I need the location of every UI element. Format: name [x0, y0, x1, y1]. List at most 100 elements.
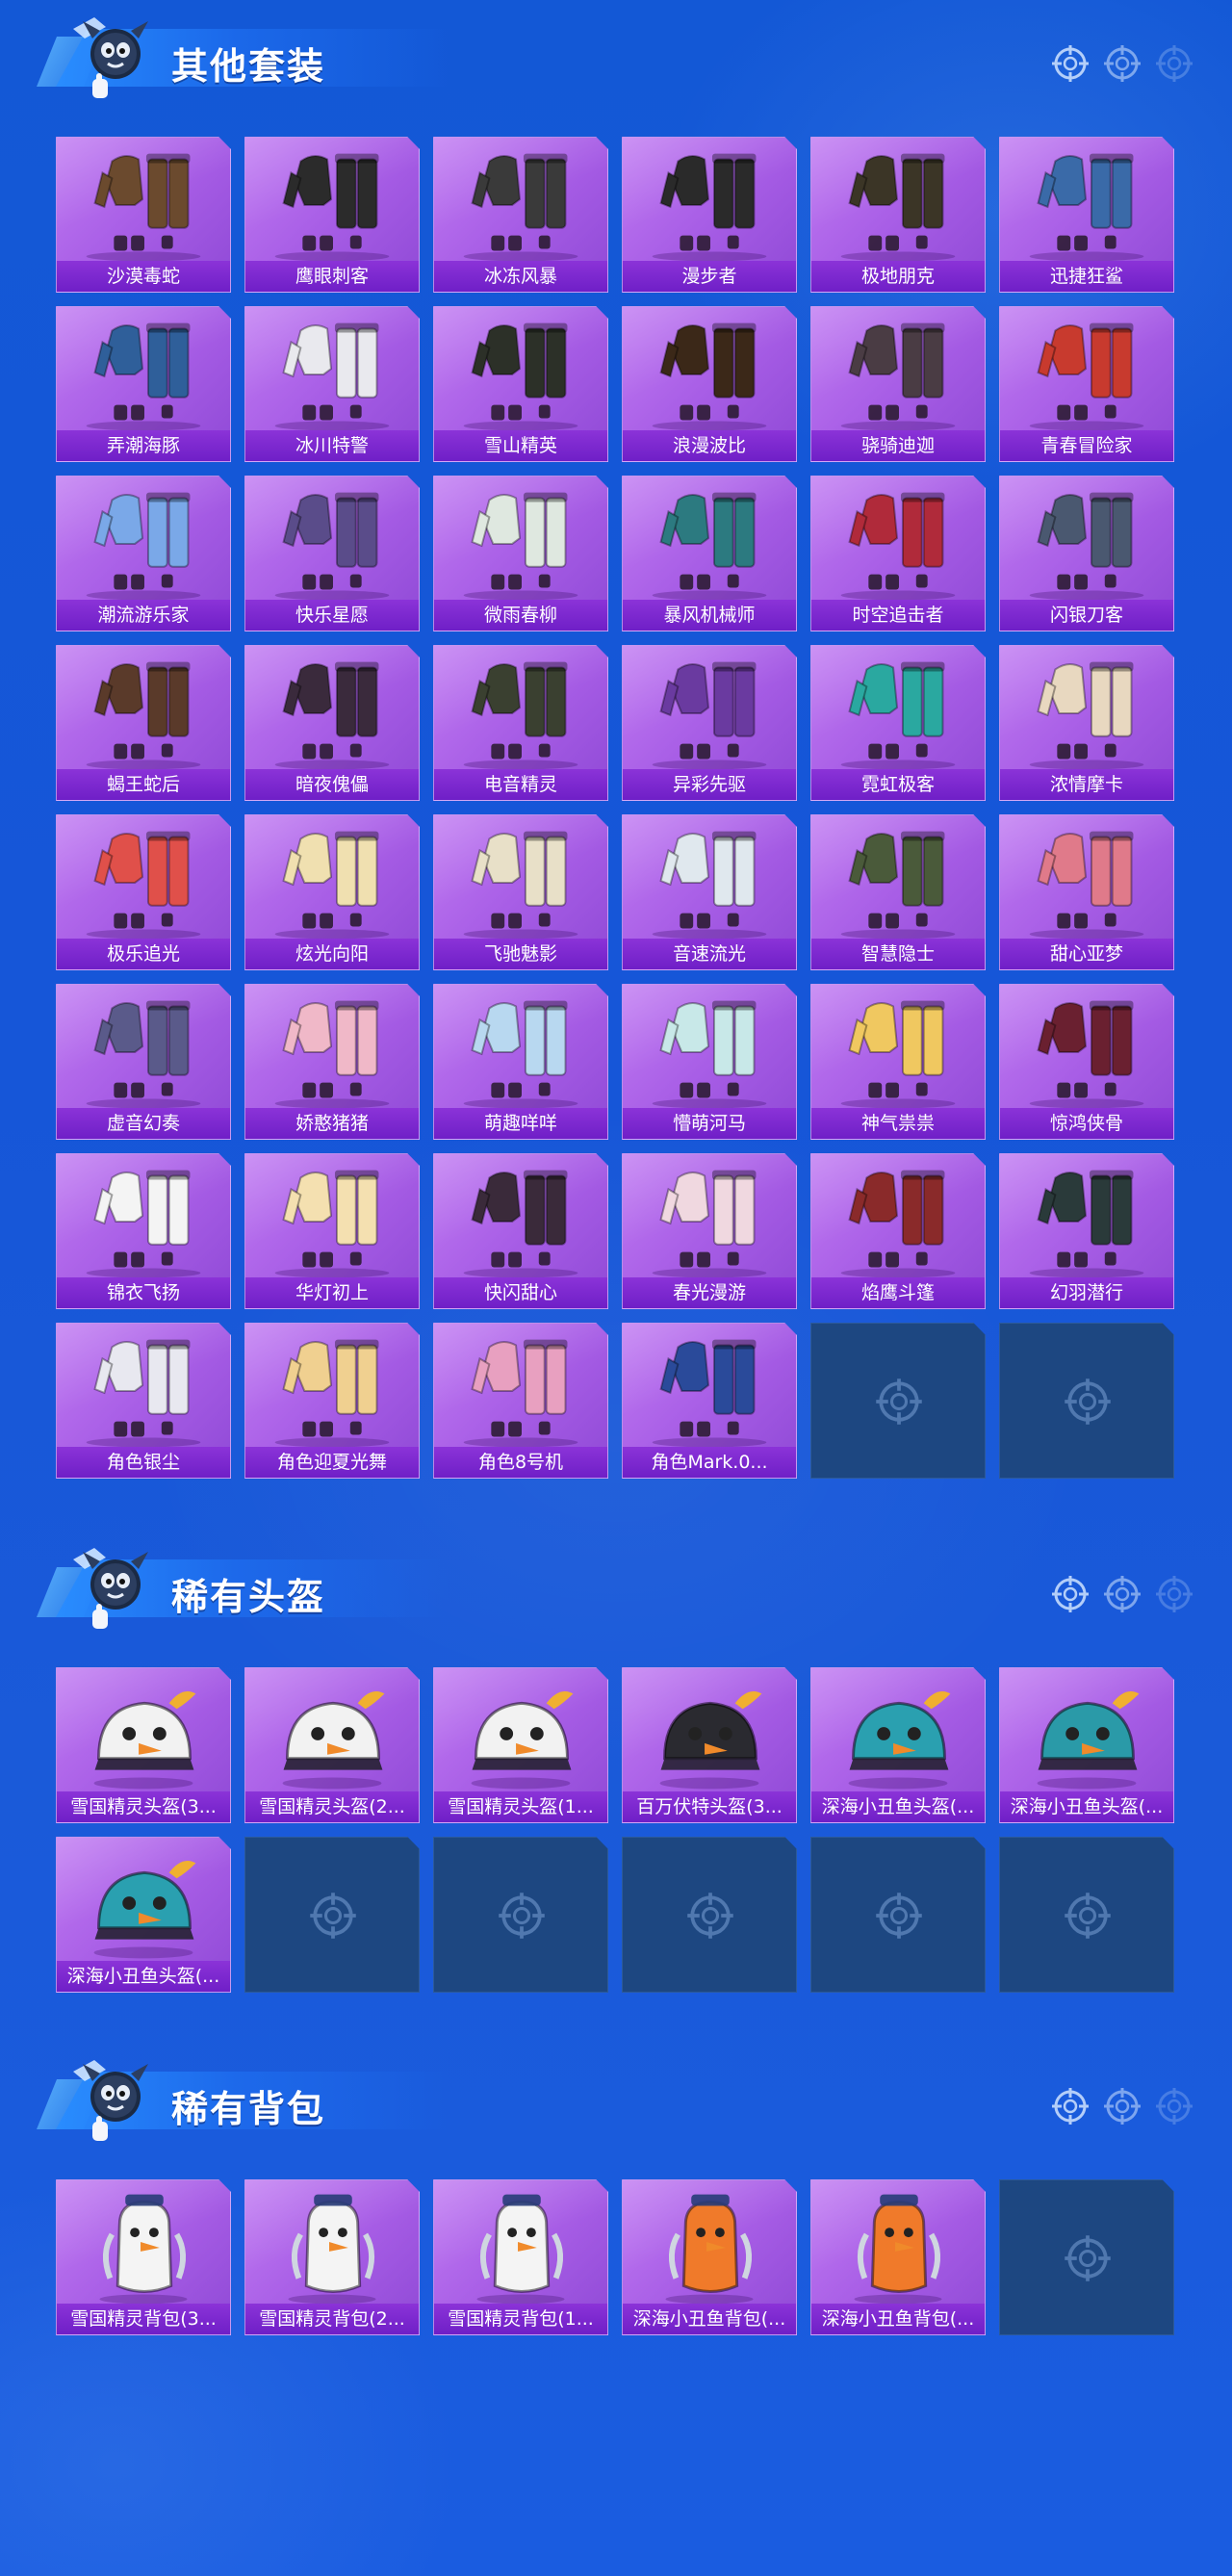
- outfit-card[interactable]: 焰鹰斗篷: [810, 1153, 986, 1309]
- outfit-card[interactable]: 角色Mark.0...: [622, 1323, 797, 1479]
- outfit-card[interactable]: 冰冻风暴: [433, 137, 608, 293]
- outfit-card[interactable]: 弄潮海豚: [56, 306, 231, 462]
- outfit-name: 暗夜傀儡: [245, 769, 419, 800]
- outfit-card[interactable]: 幻羽潜行: [999, 1153, 1174, 1309]
- outfit-name: 极乐追光: [57, 939, 230, 969]
- crosshair-icon: [1155, 1575, 1194, 1618]
- helmet-card[interactable]: 深海小丑鱼头盔(...: [999, 1667, 1174, 1823]
- empty-slot: [999, 1837, 1174, 1993]
- outfit-card[interactable]: 懵萌河马: [622, 984, 797, 1140]
- backpack-card[interactable]: 雪国精灵背包(1...: [433, 2179, 608, 2335]
- header-decoration: [1051, 1575, 1194, 1618]
- outfit-card[interactable]: 智慧隐士: [810, 814, 986, 970]
- outfit-name: 霓虹极客: [811, 769, 985, 800]
- helmet-card[interactable]: 深海小丑鱼头盔(...: [810, 1667, 986, 1823]
- section-title: 其他套装: [171, 45, 326, 88]
- outfit-card[interactable]: 电音精灵: [433, 645, 608, 801]
- outfit-name: 极地朋克: [811, 261, 985, 292]
- mascot-icon: [56, 0, 162, 106]
- helmet-card[interactable]: 雪国精灵头盔(2...: [244, 1667, 420, 1823]
- outfit-name: 冰川特警: [245, 430, 419, 461]
- outfit-card[interactable]: 极地朋克: [810, 137, 986, 293]
- outfit-card[interactable]: 潮流游乐家: [56, 476, 231, 631]
- empty-slot: [999, 2179, 1174, 2335]
- outfit-card[interactable]: 角色银尘: [56, 1323, 231, 1479]
- crosshair-icon: [1103, 1575, 1142, 1618]
- section-header: 稀有背包: [27, 2043, 1220, 2149]
- outfit-name: 焰鹰斗篷: [811, 1277, 985, 1308]
- outfit-card[interactable]: 霓虹极客: [810, 645, 986, 801]
- backpack-card[interactable]: 雪国精灵背包(3...: [56, 2179, 231, 2335]
- outfit-name: 漫步者: [623, 261, 796, 292]
- outfit-name: 春光漫游: [623, 1277, 796, 1308]
- outfit-card[interactable]: 锦衣飞扬: [56, 1153, 231, 1309]
- outfit-card[interactable]: 娇憨猪猪: [244, 984, 420, 1140]
- outfit-card[interactable]: 惊鸿侠骨: [999, 984, 1174, 1140]
- helmet-card[interactable]: 雪国精灵头盔(1...: [433, 1667, 608, 1823]
- crosshair-icon: [309, 1892, 357, 1940]
- crosshair-icon: [1064, 1892, 1112, 1940]
- helmet-card[interactable]: 雪国精灵头盔(3...: [56, 1667, 231, 1823]
- crosshair-icon: [1051, 44, 1090, 88]
- outfit-name: 娇憨猪猪: [245, 1108, 419, 1139]
- outfit-card[interactable]: 飞驰魅影: [433, 814, 608, 970]
- outfit-card[interactable]: 华灯初上: [244, 1153, 420, 1309]
- crosshair-icon: [1064, 1378, 1112, 1426]
- outfit-name: 角色8号机: [434, 1447, 607, 1478]
- outfit-name: 微雨春柳: [434, 600, 607, 631]
- outfit-card[interactable]: 冰川特警: [244, 306, 420, 462]
- outfit-name: 电音精灵: [434, 769, 607, 800]
- backpack-name: 雪国精灵背包(3...: [57, 2304, 230, 2334]
- backpack-card[interactable]: 深海小丑鱼背包(...: [810, 2179, 986, 2335]
- outfit-card[interactable]: 微雨春柳: [433, 476, 608, 631]
- outfit-card[interactable]: 音速流光: [622, 814, 797, 970]
- outfit-card[interactable]: 神气祟祟: [810, 984, 986, 1140]
- outfit-card[interactable]: 角色8号机: [433, 1323, 608, 1479]
- helmet-name: 深海小丑鱼头盔(...: [57, 1961, 230, 1992]
- outfit-card[interactable]: 虚音幻奏: [56, 984, 231, 1140]
- backpack-card[interactable]: 雪国精灵背包(2...: [244, 2179, 420, 2335]
- helmet-name: 深海小丑鱼头盔(...: [1000, 1791, 1173, 1822]
- outfit-card[interactable]: 蝎王蛇后: [56, 645, 231, 801]
- outfit-card[interactable]: 极乐追光: [56, 814, 231, 970]
- outfit-card[interactable]: 萌趣咩咩: [433, 984, 608, 1140]
- mascot-icon: [56, 1531, 162, 1636]
- outfit-card[interactable]: 暗夜傀儡: [244, 645, 420, 801]
- outfit-card[interactable]: 炫光向阳: [244, 814, 420, 970]
- outfit-card[interactable]: 快乐星愿: [244, 476, 420, 631]
- mascot-icon: [56, 2043, 162, 2149]
- outfit-card[interactable]: 异彩先驱: [622, 645, 797, 801]
- outfit-card[interactable]: 角色迎夏光舞: [244, 1323, 420, 1479]
- outfit-card[interactable]: 春光漫游: [622, 1153, 797, 1309]
- outfit-card[interactable]: 时空追击者: [810, 476, 986, 631]
- outfit-card[interactable]: 快闪甜心: [433, 1153, 608, 1309]
- outfit-name: 弄潮海豚: [57, 430, 230, 461]
- outfit-card[interactable]: 迅捷狂鲨: [999, 137, 1174, 293]
- outfit-card[interactable]: 漫步者: [622, 137, 797, 293]
- outfit-card[interactable]: 沙漠毒蛇: [56, 137, 231, 293]
- empty-slot: [810, 1323, 986, 1479]
- outfit-card[interactable]: 闪银刀客: [999, 476, 1174, 631]
- helmet-card[interactable]: 深海小丑鱼头盔(...: [56, 1837, 231, 1993]
- outfit-card[interactable]: 暴风机械师: [622, 476, 797, 631]
- outfit-name: 甜心亚梦: [1000, 939, 1173, 969]
- outfit-card[interactable]: 骁骑迪迦: [810, 306, 986, 462]
- helmet-name: 百万伏特头盔(3...: [623, 1791, 796, 1822]
- outfit-card[interactable]: 雪山精英: [433, 306, 608, 462]
- helmet-card[interactable]: 百万伏特头盔(3...: [622, 1667, 797, 1823]
- outfit-card[interactable]: 浪漫波比: [622, 306, 797, 462]
- outfit-name: 浓情摩卡: [1000, 769, 1173, 800]
- outfit-name: 角色银尘: [57, 1447, 230, 1478]
- outfit-card[interactable]: 青春冒险家: [999, 306, 1174, 462]
- outfit-name: 神气祟祟: [811, 1108, 985, 1139]
- outfit-name: 浪漫波比: [623, 430, 796, 461]
- outfit-card[interactable]: 甜心亚梦: [999, 814, 1174, 970]
- outfit-card[interactable]: 浓情摩卡: [999, 645, 1174, 801]
- helmet-name: 雪国精灵头盔(1...: [434, 1791, 607, 1822]
- outfit-name: 角色迎夏光舞: [245, 1447, 419, 1478]
- backpack-name: 深海小丑鱼背包(...: [623, 2304, 796, 2334]
- backpack-card[interactable]: 深海小丑鱼背包(...: [622, 2179, 797, 2335]
- outfit-name: 沙漠毒蛇: [57, 261, 230, 292]
- outfit-card[interactable]: 鹰眼刺客: [244, 137, 420, 293]
- item-grid: 雪国精灵头盔(3... 雪国精灵头盔(2... 雪国精灵头盔(1... 百万伏特…: [56, 1667, 1174, 1993]
